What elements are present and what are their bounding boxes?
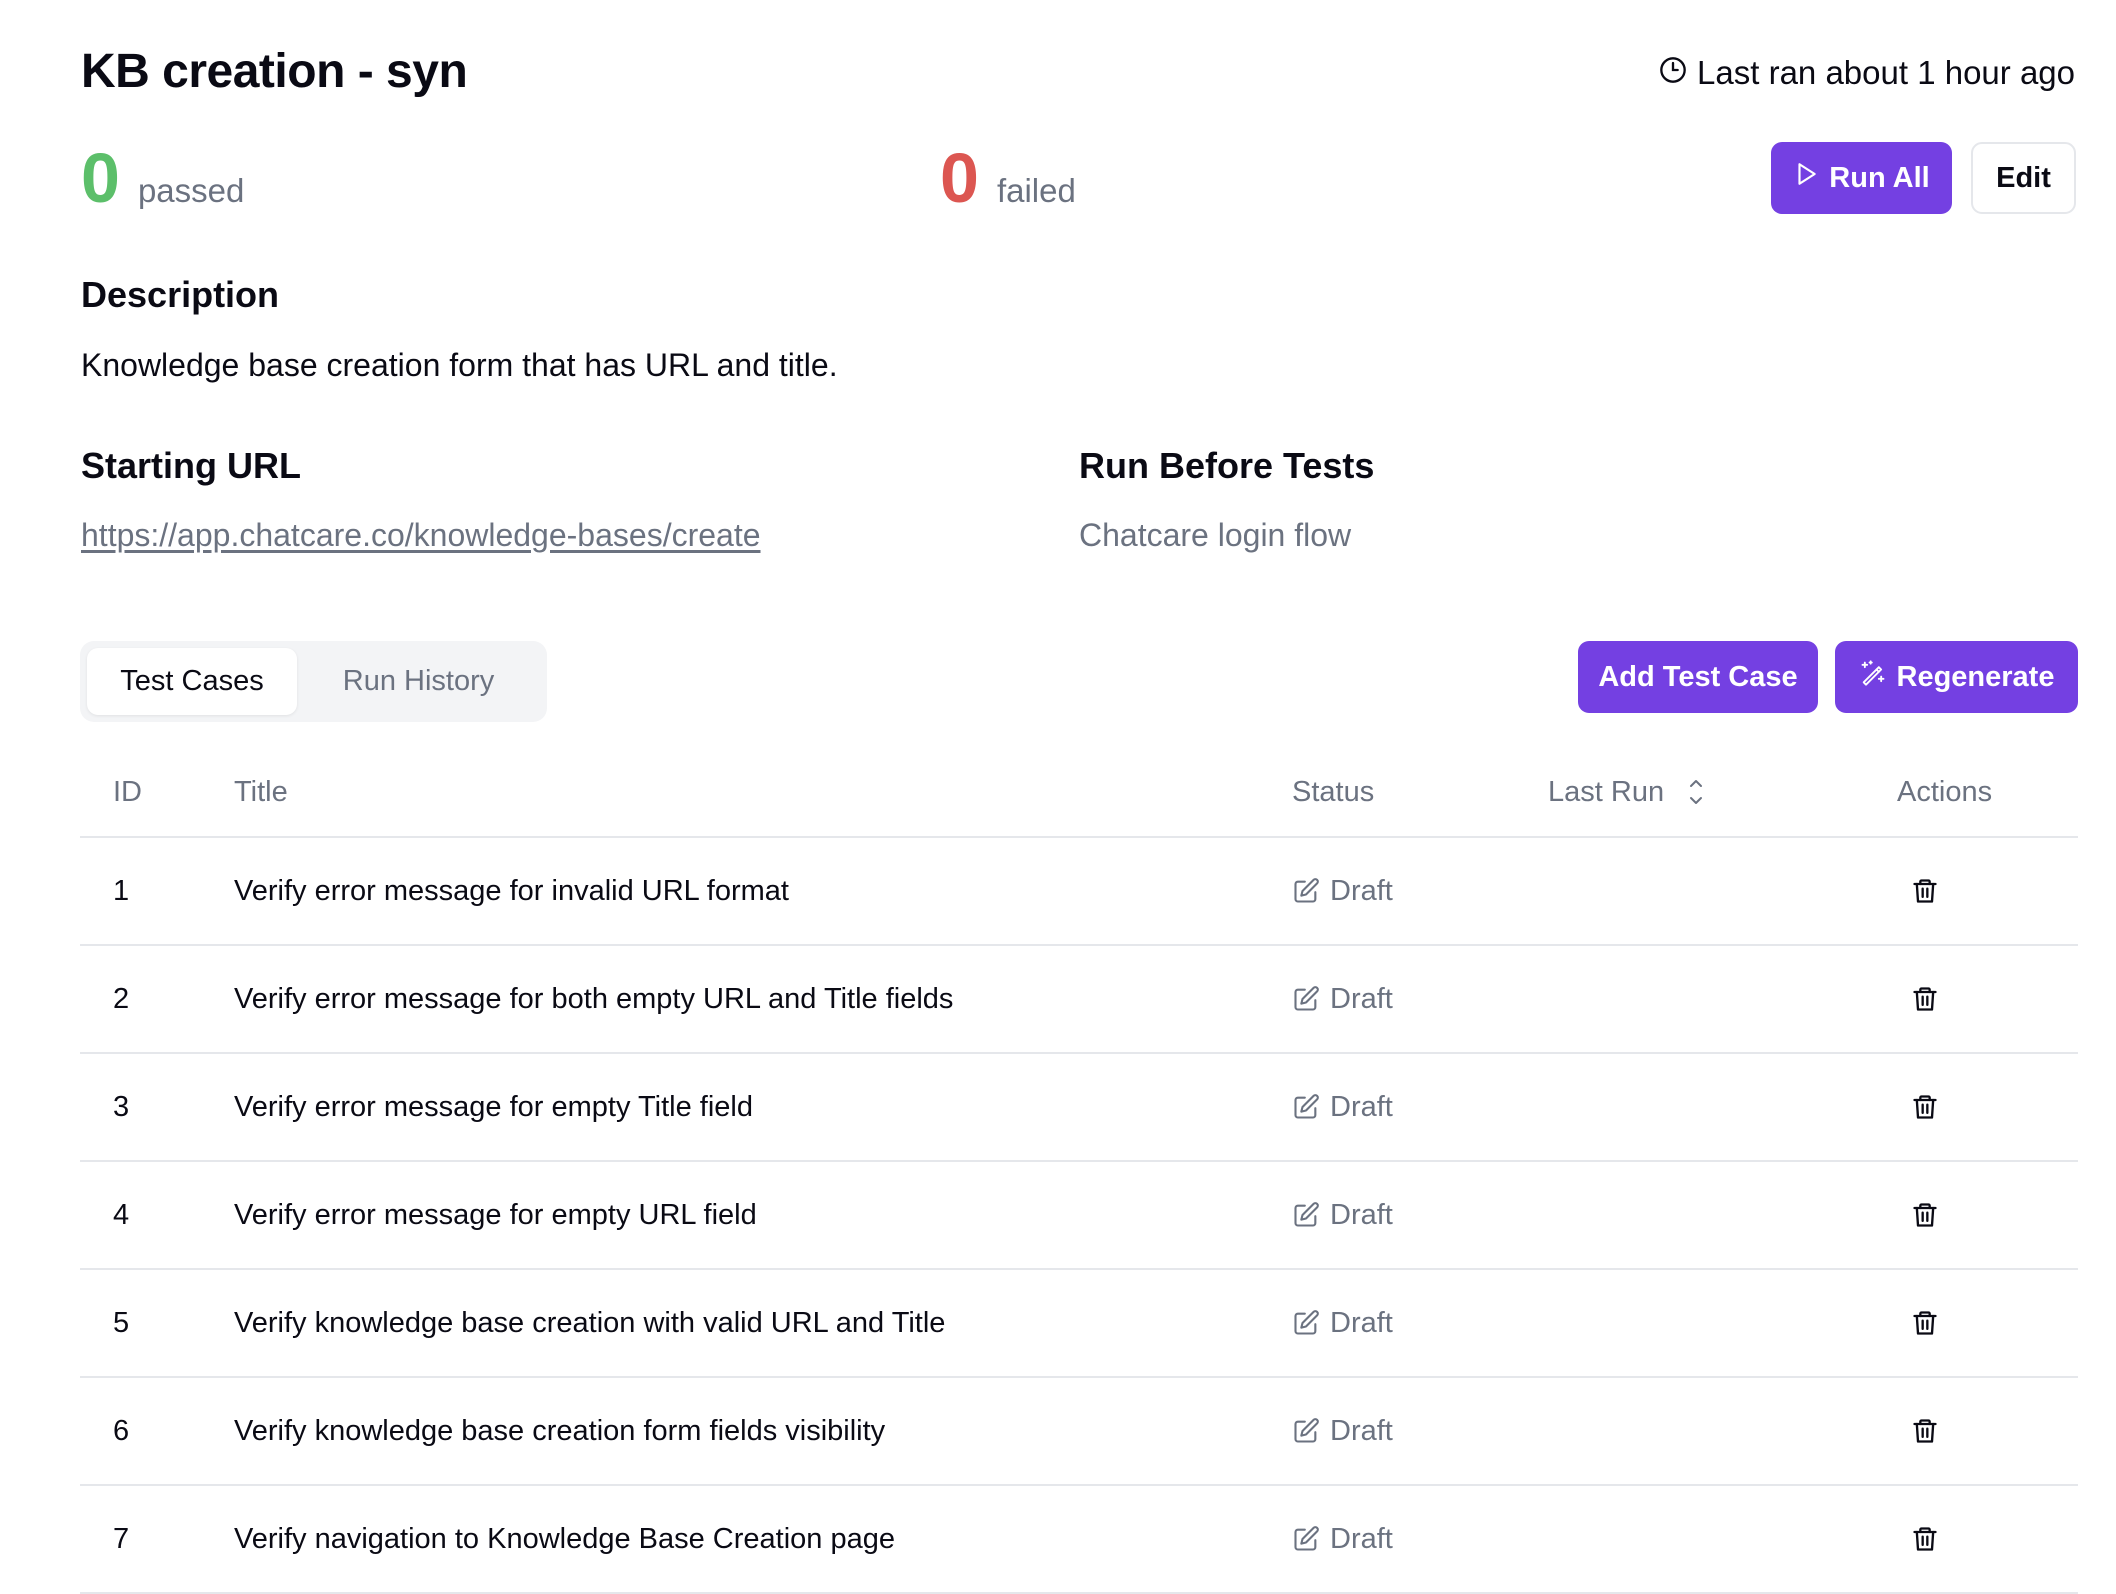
failed-stat: 0 failed [940, 142, 1076, 214]
failed-label: failed [996, 172, 1076, 209]
trash-icon[interactable] [1911, 1093, 1939, 1121]
description-text: Knowledge base creation form that has UR… [81, 347, 838, 383]
row-title: Verify error message for empty URL field [234, 1198, 757, 1231]
play-icon [1793, 160, 1819, 196]
column-header-actions: Actions [1897, 775, 1993, 808]
regenerate-button[interactable]: Regenerate [1835, 641, 2078, 713]
column-header-status: Status [1292, 775, 1375, 808]
table-row[interactable]: 2 Verify error message for both empty UR… [80, 946, 2078, 1054]
row-actions [1897, 1201, 2078, 1229]
row-status: Draft [1292, 875, 1548, 908]
row-title: Verify navigation to Knowledge Base Crea… [234, 1522, 895, 1555]
trash-icon[interactable] [1911, 1525, 1939, 1553]
add-test-case-label: Add Test Case [1598, 660, 1798, 693]
edit-draft-icon [1292, 1309, 1320, 1337]
row-status: Draft [1292, 1199, 1548, 1232]
status-label: Draft [1330, 1522, 1393, 1555]
tab-list: Test Cases Run History [80, 641, 547, 722]
row-id: 3 [113, 1090, 130, 1123]
table-row[interactable]: 5 Verify knowledge base creation with va… [80, 1270, 2078, 1378]
row-status: Draft [1292, 1415, 1548, 1448]
row-status: Draft [1292, 1307, 1548, 1340]
page-title: KB creation - syn [81, 45, 468, 98]
run-before-heading: Run Before Tests [1079, 445, 1375, 486]
starting-url-heading: Starting URL [81, 445, 301, 486]
edit-draft-icon [1292, 1417, 1320, 1445]
run-all-button[interactable]: Run All [1771, 142, 1952, 214]
clock-icon [1659, 54, 1687, 92]
last-ran-text: Last ran about 1 hour ago [1697, 54, 2075, 91]
trash-icon[interactable] [1911, 1417, 1939, 1445]
row-actions [1897, 877, 2078, 905]
row-id: 7 [113, 1522, 130, 1555]
status-label: Draft [1330, 1198, 1393, 1231]
edit-draft-icon [1292, 1525, 1320, 1553]
passed-stat: 0 passed [81, 142, 244, 214]
row-actions [1897, 1525, 2078, 1553]
description-heading: Description [81, 274, 280, 315]
row-status: Draft [1292, 1091, 1548, 1124]
edit-draft-icon [1292, 985, 1320, 1013]
tab-run-history[interactable]: Run History [297, 648, 540, 715]
trash-icon[interactable] [1911, 985, 1939, 1013]
row-status: Draft [1292, 1523, 1548, 1556]
add-test-case-button[interactable]: Add Test Case [1578, 641, 1818, 713]
run-all-label: Run All [1829, 161, 1930, 194]
last-ran-indicator: Last ran about 1 hour ago [1659, 54, 2075, 92]
table-row[interactable]: 7 Verify navigation to Knowledge Base Cr… [80, 1486, 2078, 1594]
regenerate-label: Regenerate [1896, 660, 2055, 693]
row-title: Verify error message for invalid URL for… [234, 874, 789, 907]
status-label: Draft [1330, 1414, 1393, 1447]
edit-draft-icon [1292, 1093, 1320, 1121]
table-row[interactable]: 3 Verify error message for empty Title f… [80, 1054, 2078, 1162]
row-id: 1 [113, 874, 130, 907]
row-id: 4 [113, 1198, 130, 1231]
trash-icon[interactable] [1911, 1201, 1939, 1229]
table-row[interactable]: 4 Verify error message for empty URL fie… [80, 1162, 2078, 1270]
edit-draft-icon [1292, 1201, 1320, 1229]
failed-count: 0 [940, 139, 979, 217]
edit-draft-icon [1292, 877, 1320, 905]
table-row[interactable]: 6 Verify knowledge base creation form fi… [80, 1378, 2078, 1486]
trash-icon[interactable] [1911, 877, 1939, 905]
starting-url-link[interactable]: https://app.chatcare.co/knowledge-bases/… [81, 517, 761, 554]
edit-label: Edit [1996, 161, 2051, 194]
last-run-label: Last Run [1548, 775, 1665, 808]
status-label: Draft [1330, 1090, 1393, 1123]
row-title: Verify knowledge base creation form fiel… [234, 1414, 886, 1447]
tab-test-cases[interactable]: Test Cases [87, 648, 297, 715]
status-label: Draft [1330, 874, 1393, 907]
passed-count: 0 [81, 139, 120, 217]
sort-icon[interactable] [1686, 776, 1706, 808]
column-header-id: ID [113, 775, 142, 808]
row-actions [1897, 1309, 2078, 1337]
row-actions [1897, 985, 2078, 1013]
magic-wand-icon [1859, 659, 1887, 695]
test-cases-table: ID Title Status Last Run Actions 1 Verif… [80, 748, 2078, 1594]
row-title: Verify knowledge base creation with vali… [234, 1306, 946, 1339]
status-label: Draft [1330, 982, 1393, 1015]
row-id: 2 [113, 982, 130, 1015]
run-before-value: Chatcare login flow [1079, 517, 1352, 553]
row-title: Verify error message for both empty URL … [234, 982, 954, 1015]
table-header: ID Title Status Last Run Actions [80, 748, 2078, 838]
trash-icon[interactable] [1911, 1309, 1939, 1337]
column-header-title: Title [234, 775, 288, 808]
passed-label: passed [137, 172, 245, 209]
edit-button[interactable]: Edit [1971, 142, 2076, 214]
row-actions [1897, 1093, 2078, 1121]
column-header-last-run[interactable]: Last Run [1548, 776, 1897, 809]
row-title: Verify error message for empty Title fie… [234, 1090, 753, 1123]
row-actions [1897, 1417, 2078, 1445]
row-id: 6 [113, 1414, 130, 1447]
status-label: Draft [1330, 1306, 1393, 1339]
row-id: 5 [113, 1306, 130, 1339]
row-status: Draft [1292, 983, 1548, 1016]
table-row[interactable]: 1 Verify error message for invalid URL f… [80, 838, 2078, 946]
